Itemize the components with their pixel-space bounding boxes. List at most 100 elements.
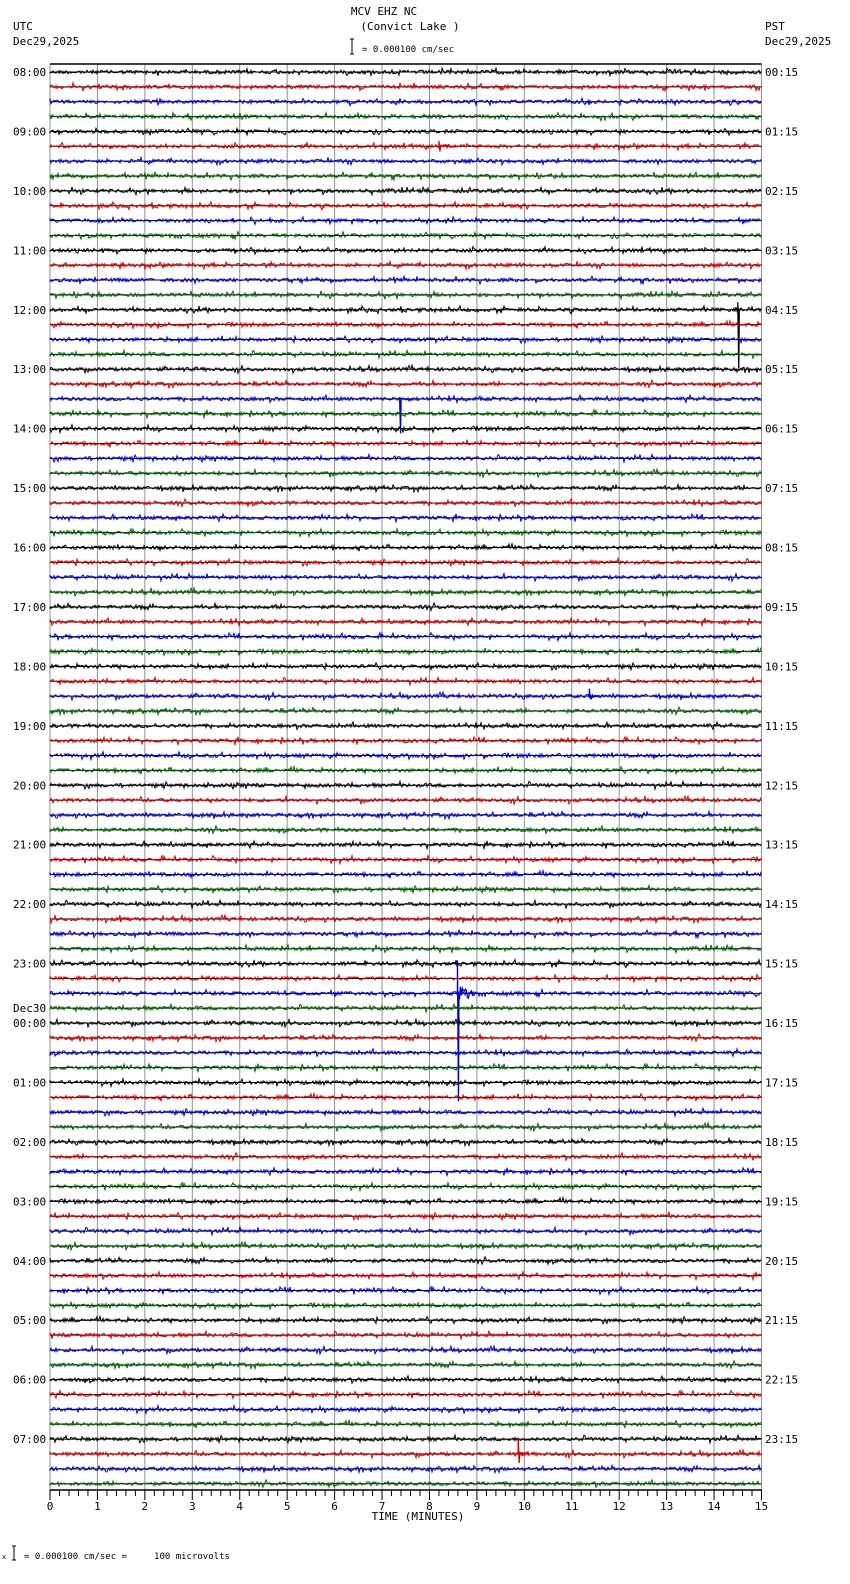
x-tick-label: 9: [474, 1500, 481, 1513]
utc-hour-label: 09:00: [13, 125, 46, 138]
x-tick-label: 1: [94, 1500, 101, 1513]
pst-hour-label: 14:15: [765, 898, 798, 911]
utc-hour-label: 23:00: [13, 958, 46, 971]
utc-hour-label: 15:00: [13, 482, 46, 495]
utc-hour-label: 20:00: [13, 779, 46, 792]
seismic-trace: [49, 1017, 762, 1029]
pst-hour-label: 23:15: [765, 1433, 798, 1446]
utc-hour-label: 13:00: [13, 363, 46, 376]
x-tick-label: 15: [755, 1500, 768, 1513]
seismic-event: [517, 1437, 530, 1464]
utc-hour-label: 17:00: [13, 601, 46, 614]
seismic-trace: [49, 378, 762, 390]
seismic-trace: [49, 1359, 762, 1371]
seismic-trace: [49, 824, 762, 835]
seismic-trace: [49, 764, 762, 776]
utc-hour-label: 04:00: [13, 1255, 46, 1268]
seismic-trace: [49, 690, 762, 702]
pst-hour-label: 17:15: [765, 1076, 798, 1089]
pst-hour-label: 21:15: [765, 1314, 798, 1327]
utc-hour-label: 14:00: [13, 423, 46, 436]
pst-hour-label: 04:15: [765, 304, 798, 317]
scale-bar-icon: [350, 38, 354, 55]
left-timezone: UTC: [13, 20, 33, 33]
utc-hour-label: 01:00: [13, 1076, 46, 1089]
x-axis-label: TIME (MINUTES): [372, 1510, 465, 1523]
seismic-trace: [49, 126, 762, 137]
scale-label: = 0.000100 cm/sec: [362, 45, 454, 55]
footer-mark: x: [2, 1553, 6, 1561]
pst-hour-label: 05:15: [765, 363, 798, 376]
pst-hour-label: 03:15: [765, 244, 798, 257]
pst-hour-label: 07:15: [765, 482, 798, 495]
x-tick-label: 11: [565, 1500, 578, 1513]
date-change-label: Dec30: [13, 1002, 46, 1015]
x-tick-label: 3: [189, 1500, 196, 1513]
seismic-trace: [49, 1240, 762, 1252]
station-location: (Convict Lake ): [360, 20, 459, 33]
pst-hour-label: 13:15: [765, 839, 798, 852]
seismic-trace: [49, 1002, 762, 1014]
seismic-trace: [49, 1047, 762, 1058]
pst-hour-label: 12:15: [765, 779, 798, 792]
seismic-trace: [49, 363, 762, 376]
footer-scale-bar-icon: [12, 1545, 16, 1561]
x-tick-label: 10: [518, 1500, 531, 1513]
right-timezone: PST: [765, 20, 785, 33]
utc-hour-label: 06:00: [13, 1374, 46, 1387]
utc-hour-label: 00:00: [13, 1017, 46, 1030]
left-date: Dec29,2025: [13, 35, 79, 48]
seismic-trace: [49, 1210, 762, 1222]
pst-hour-label: 01:15: [765, 125, 798, 138]
seismic-trace: [49, 631, 762, 643]
utc-hour-label: 18:00: [13, 660, 46, 673]
seismic-trace: [49, 720, 762, 731]
seismic-trace: [49, 868, 762, 880]
seismic-event: [456, 960, 476, 1102]
pst-hour-label: 02:15: [765, 185, 798, 198]
seismic-trace: [49, 1151, 762, 1162]
seismic-trace: [49, 809, 762, 821]
pst-hour-label: 18:15: [765, 1136, 798, 1149]
pst-hour-label: 10:15: [765, 660, 798, 673]
utc-hour-label: 12:00: [13, 304, 46, 317]
pst-hour-label: 08:15: [765, 542, 798, 555]
seismic-event: [588, 688, 599, 701]
utc-hour-label: 07:00: [13, 1433, 46, 1446]
utc-hour-label: 19:00: [13, 720, 46, 733]
pst-hour-label: 19:15: [765, 1195, 798, 1208]
pst-hour-label: 16:15: [765, 1017, 798, 1030]
traces: [49, 66, 762, 1489]
utc-hour-label: 03:00: [13, 1195, 46, 1208]
seismic-trace: [49, 987, 762, 999]
seismic-trace: [49, 1136, 762, 1148]
pst-hour-label: 09:15: [765, 601, 798, 614]
station-title: MCV EHZ NC: [351, 5, 417, 18]
pst-hour-label: 22:15: [765, 1374, 798, 1387]
utc-hour-label: 21:00: [13, 839, 46, 852]
utc-hour-label: 10:00: [13, 185, 46, 198]
seismic-trace: [49, 1255, 762, 1267]
utc-hour-label: 22:00: [13, 898, 46, 911]
seismic-event: [737, 302, 741, 369]
seismic-trace: [49, 1418, 762, 1430]
x-tick-label: 12: [613, 1500, 626, 1513]
x-tick-label: 2: [142, 1500, 149, 1513]
seismic-event: [438, 140, 463, 152]
utc-hour-label: 16:00: [13, 542, 46, 555]
seismic-trace: [49, 705, 762, 717]
footer-scale-label: = 0.000100 cm/sec = 100 microvolts: [24, 1552, 230, 1562]
pst-hour-label: 06:15: [765, 423, 798, 436]
seismic-trace: [49, 334, 762, 345]
seismic-trace: [49, 571, 762, 583]
utc-hour-label: 11:00: [13, 244, 46, 257]
utc-hour-label: 08:00: [13, 66, 46, 79]
pst-hour-label: 00:15: [765, 66, 798, 79]
x-tick-label: 6: [331, 1500, 338, 1513]
x-tick-label: 5: [284, 1500, 291, 1513]
helicorder-plot: MCV EHZ NC (Convict Lake ) UTC Dec29,202…: [2, 5, 831, 1562]
x-tick-label: 13: [660, 1500, 673, 1513]
seismic-trace: [49, 1106, 762, 1118]
seismic-event: [119, 915, 134, 923]
seismic-trace: [49, 1478, 762, 1489]
